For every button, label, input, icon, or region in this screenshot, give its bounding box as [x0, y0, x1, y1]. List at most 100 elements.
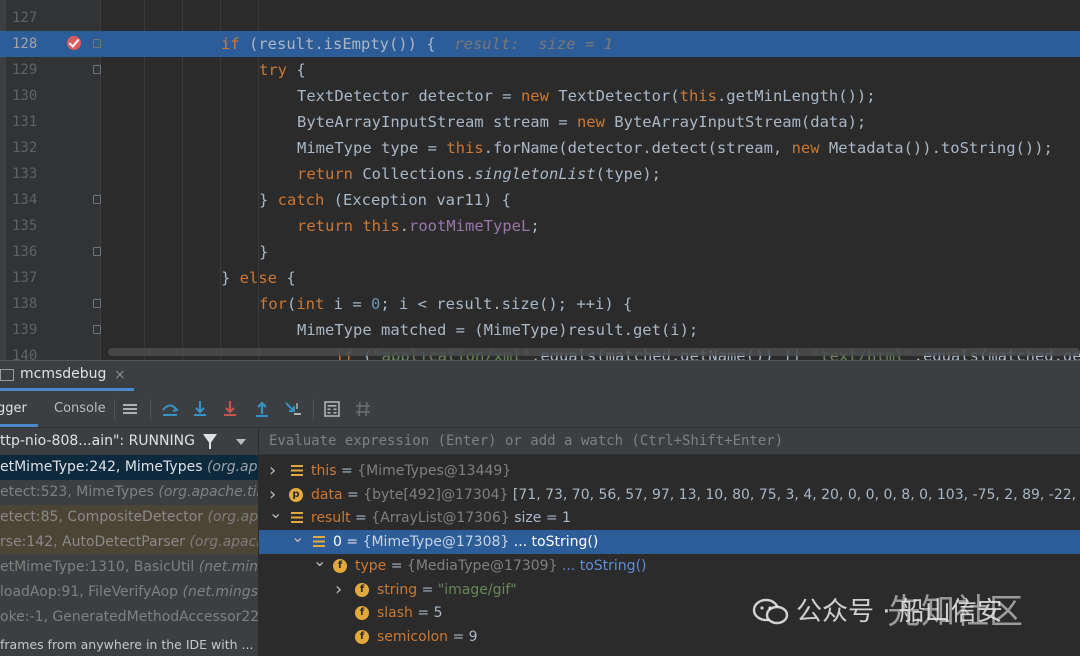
evaluate-icon[interactable] [322, 399, 342, 419]
line-number[interactable]: 135 [12, 213, 46, 239]
line-number[interactable]: 130 [12, 83, 46, 109]
thread-selector[interactable]: ttp-nio-808...ain": RUNNING [0, 428, 258, 454]
toolbar-separator [313, 399, 314, 419]
close-tab-icon[interactable]: × [114, 367, 126, 383]
field-icon: f [355, 629, 369, 644]
code-line[interactable]: 130 TextDetector detector = new TextDetec… [0, 83, 1080, 109]
code-text: if (result.isEmpty()) { result: size = 1 [221, 35, 613, 53]
code-line[interactable]: 133 return Collections.singletonList(type… [0, 161, 1080, 187]
line-number[interactable]: 127 [12, 5, 46, 31]
chevron-down-icon[interactable] [236, 439, 246, 445]
tab-debugger[interactable]: gger [0, 401, 27, 416]
parameter-icon: p [289, 487, 303, 502]
fold-marker-icon[interactable] [93, 299, 101, 308]
breakpoint-icon[interactable] [67, 36, 81, 50]
variable-row[interactable]: › p data = {byte[492]@17304} [71, 73, 70, … [259, 483, 1080, 507]
line-number[interactable]: 129 [12, 57, 46, 83]
stack-frame[interactable]: etect:85, CompositeDetector (org.apache [0, 505, 258, 530]
tab-console[interactable]: Console [54, 401, 106, 416]
variable-text: result = {ArrayList@17306} size = 1 [311, 510, 571, 527]
code-line[interactable]: 127 [0, 5, 1080, 31]
debug-session-tab[interactable]: mcmsdebug [20, 366, 106, 382]
active-subtab-underline [0, 424, 38, 427]
debug-toolbar: gger Console [0, 391, 1080, 428]
code-line[interactable]: 138 for(int i = 0; i < result.size(); ++i… [0, 291, 1080, 317]
watermark-site: 先知社区 [887, 592, 1023, 632]
code-line[interactable]: 131 ByteArrayInputStream stream = new Byt… [0, 109, 1080, 135]
trace-icon[interactable] [353, 399, 373, 419]
filter-icon[interactable] [203, 434, 217, 449]
to-string-link[interactable]: ... toString() [557, 558, 647, 574]
code-text: } else { [221, 269, 296, 287]
force-step-into-icon[interactable] [220, 399, 240, 419]
collapse-arrow-icon[interactable]: ⌄ [291, 525, 304, 549]
line-number[interactable]: 134 [12, 187, 46, 213]
evaluate-expression-field[interactable]: Evaluate expression (Enter) or add a wat… [259, 428, 1080, 455]
line-number[interactable]: 133 [12, 161, 46, 187]
step-over-icon[interactable] [160, 399, 180, 419]
line-number[interactable]: 139 [12, 317, 46, 343]
frame-package: (org.apache.tika [206, 459, 258, 475]
field-icon: f [333, 558, 347, 573]
line-number[interactable]: 128 [12, 31, 46, 57]
run-to-cursor-icon[interactable] [283, 399, 303, 419]
debug-tool-window-header: mcmsdebug × [0, 360, 1080, 392]
fold-marker-icon[interactable] [93, 39, 101, 48]
code-line[interactable]: 136} [0, 239, 1080, 265]
variable-text: data = {byte[492]@17304} [71, 73, 70, 56… [311, 486, 1080, 503]
step-into-icon[interactable] [190, 399, 210, 419]
variable-text: string = "image/gif" [377, 581, 517, 598]
code-line[interactable]: 137 } else { [0, 265, 1080, 291]
object-field-icon [313, 536, 325, 548]
stack-frame[interactable]: etect:523, MimeTypes (org.apache.tika [0, 480, 258, 505]
fold-marker-icon[interactable] [93, 247, 101, 256]
line-number[interactable]: 136 [12, 239, 46, 265]
frame-method: etect:85, CompositeDetector [0, 509, 208, 525]
code-text: ByteArrayInputStream stream = new ByteAr… [297, 113, 867, 131]
step-out-icon[interactable] [252, 399, 272, 419]
stack-frame[interactable]: rse:142, AutoDetectParser (org.apache [0, 530, 258, 555]
layout-icon[interactable] [120, 399, 140, 419]
collapse-arrow-icon[interactable]: ⌄ [313, 549, 326, 573]
frame-method: etMimeType:242, MimeTypes [0, 459, 207, 475]
field-icon: f [355, 582, 369, 597]
variable-row[interactable]: › this = {MimeTypes@13449} [259, 459, 1080, 483]
fold-marker-icon[interactable] [93, 195, 101, 204]
variable-text: slash = 5 [377, 605, 443, 622]
frame-method: loadAop:91, FileVerifyAop [0, 584, 183, 600]
line-number[interactable]: 138 [12, 291, 46, 317]
code-line[interactable]: 139 MimeType matched = (MimeType)result.g… [0, 317, 1080, 343]
line-number[interactable]: 131 [12, 109, 46, 135]
frames-footer-hint[interactable]: frames from anywhere in the IDE with ... [0, 633, 258, 656]
stack-frame[interactable]: etMimeType:242, MimeTypes (org.apache.ti… [0, 455, 258, 480]
code-line[interactable]: 134} catch (Exception var11) { [0, 187, 1080, 213]
line-number[interactable]: 140 [12, 343, 46, 360]
wechat-icon [752, 598, 789, 625]
line-number[interactable]: 137 [12, 265, 46, 291]
code-line[interactable]: 135 return this.rootMimeTypeL; [0, 213, 1080, 239]
code-line[interactable]: 128 if (result.isEmpty()) { result: size … [0, 31, 1080, 57]
expand-arrow-icon[interactable]: › [269, 459, 276, 483]
code-line[interactable]: 129 try { [0, 57, 1080, 83]
variable-row[interactable]: ⌄ result = {ArrayList@17306} size = 1 [259, 503, 1080, 530]
fold-marker-icon[interactable] [93, 65, 101, 74]
frames-panel: ttp-nio-808...ain": RUNNING etMimeType:2… [0, 428, 259, 656]
thread-label: ttp-nio-808...ain": RUNNING [0, 433, 195, 449]
variable-row[interactable]: ⌄ f type = {MediaType@17309} ... toString(… [259, 551, 1080, 578]
code-editor[interactable]: 127 128 if (result.isEmpty()) { result: si… [0, 0, 1080, 360]
line-number[interactable]: 132 [12, 135, 46, 161]
to-string-link[interactable]: ... toString() [509, 534, 599, 550]
stack-frame[interactable]: oke:-1, GeneratedMethodAccessor22 [0, 605, 258, 630]
frame-method: etMimeType:1310, BasicUtil [0, 559, 199, 575]
editor-horizontal-scrollbar[interactable] [108, 348, 1080, 356]
variable-text: this = {MimeTypes@13449} [311, 463, 512, 479]
expand-arrow-icon[interactable]: › [335, 578, 342, 602]
variable-row[interactable]: ⌄ 0 = {MimeType@17308} ... toString() [259, 527, 1080, 555]
fold-marker-icon[interactable] [93, 325, 101, 334]
stack-frame[interactable]: etMimeType:1310, BasicUtil (net.mings [0, 555, 258, 580]
collapse-arrow-icon[interactable]: ⌄ [269, 501, 282, 525]
stack-frame[interactable]: loadAop:91, FileVerifyAop (net.mings [0, 580, 258, 605]
code-text: MimeType matched = (MimeType)result.get(… [297, 321, 699, 339]
code-text: for(int i = 0; i < result.size(); ++i) { [259, 295, 633, 313]
code-line[interactable]: 132 MimeType type = this.forName(detector… [0, 135, 1080, 161]
